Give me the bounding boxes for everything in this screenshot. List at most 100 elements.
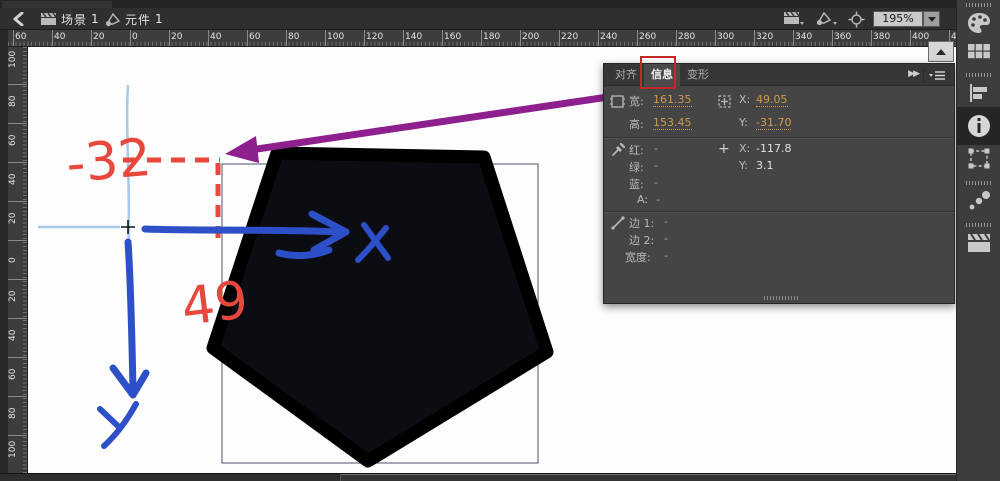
ruler-label: 60 [8,368,18,380]
ruler-major-tick [403,30,404,46]
ruler-label: 140 [405,32,423,42]
symbol-number: 1 [155,12,164,26]
panel-resize-grip[interactable] [764,296,798,300]
clapperboard-icon [41,12,57,25]
dock-drag-handle[interactable] [965,181,992,185]
ruler-major-tick [364,30,365,46]
width-value[interactable]: 161.35 [653,93,692,107]
vertical-ruler[interactable]: 10080604020020406080100120 [8,47,28,473]
edit-scene-button[interactable] [783,8,805,30]
ruler-major-tick [559,30,560,46]
stroke-width-value: - [664,249,668,262]
ruler-major-tick [715,30,716,46]
ruler-major-tick [871,30,872,46]
tab-transform[interactable]: 变形 [680,64,716,86]
red-label: 红: [629,144,644,157]
ruler-major-tick [8,396,27,397]
edit-symbol-button[interactable] [815,8,838,30]
reg-x-value[interactable]: 49.05 [756,93,788,107]
edge2-value: - [664,232,668,245]
section-divider [604,137,954,139]
ruler-label: 360 [834,32,852,42]
pointer-x-label: X: [739,142,751,155]
eyedropper-icon [612,143,625,156]
info-panel-button[interactable] [957,107,1000,145]
zoom-level-input[interactable]: 195% [873,11,923,27]
crosshair-icon [848,11,865,27]
tab-align[interactable]: 对齐 [608,64,644,86]
scene-breadcrumb[interactable]: 场景 1 [40,8,100,30]
back-button[interactable] [12,8,28,30]
ruler-major-tick [286,30,287,46]
ruler-label: 300 [717,32,735,42]
align-panel-button[interactable] [957,79,1000,107]
ruler-label: 260 [639,32,657,42]
info-panel: 对齐 信息 变形 ▶▶ 宽: 161.35 高: 153.45 X: 49.05… [603,63,955,304]
symbol-breadcrumb[interactable]: 元件 1 [104,8,164,30]
ruler-major-tick [13,30,14,46]
reg-y-value[interactable]: -31.70 [756,116,792,130]
dock-drag-handle[interactable] [965,223,992,227]
ruler-major-tick [520,30,521,46]
transform-panel-button[interactable] [957,145,1000,173]
pointer-y-label: Y: [739,159,748,172]
ruler-label: 80 [288,32,300,42]
width-label: 宽: [629,95,644,108]
scroll-up-icon [936,48,946,55]
pentagon-shape[interactable] [206,146,554,468]
zoom-dropdown-button[interactable] [923,11,940,27]
green-value: - [654,159,658,172]
dock-drag-handle[interactable] [965,3,992,7]
edit-scene-icon [784,11,804,25]
document-tab[interactable] [2,1,112,8]
info-icon [968,115,990,137]
dock-drag-handle[interactable] [965,73,992,77]
ruler-major-tick [598,30,599,46]
scenes-panel-button[interactable] [957,229,1000,257]
ruler-major-tick [442,30,443,46]
stroke-width-label: 宽度: [625,251,651,264]
ruler-label: 200 [522,32,540,42]
y-axis-arrow [109,238,150,399]
ruler-major-tick [8,162,27,163]
size-icon [610,95,625,108]
ruler-label: 40 [8,173,18,185]
align-icon [970,84,987,102]
edit-bar: 场景 1 元件 1 195% [0,8,956,30]
ruler-label: 120 [366,32,384,42]
ruler-label: 20 [171,32,183,42]
center-frame-button[interactable] [848,8,865,30]
tab-info[interactable]: 信息 [644,64,680,86]
tabbar-separator [923,68,924,82]
back-arrow-icon [13,12,24,26]
clapperboard-icon [968,233,990,252]
horizontal-ruler[interactable]: 60 40 20 0 20 40 60 80 100 120 140 160 180 200 220 240 2… [0,30,956,47]
red-value: - [654,142,658,155]
panel-menu-icon [929,71,945,80]
ruler-label: 180 [483,32,501,42]
panel-menu-button[interactable] [928,70,946,81]
ruler-label: 40 [210,32,222,42]
scrollbar-up-button[interactable] [928,41,954,62]
ruler-label: 80 [8,95,18,107]
reg-y-label: Y: [739,116,748,129]
ruler-major-tick [52,30,53,46]
ruler-label: 100 [327,32,345,42]
ruler-major-tick [8,84,27,85]
swatches-panel-button[interactable] [957,37,1000,65]
color-panel-button[interactable] [957,9,1000,37]
timeline-panel-top-edge[interactable] [341,474,956,481]
motion-presets-panel-button[interactable] [957,187,1000,215]
bottom-panel-edge [0,473,956,481]
ruler-label: 40 [8,329,18,341]
pointer-plus-icon: + [718,141,730,157]
swatches-grid-icon [968,44,990,59]
registration-point-icon [718,95,731,108]
height-value[interactable]: 153.45 [653,116,692,130]
ruler-label: 340 [795,32,813,42]
edit-symbol-icon [816,11,837,26]
ruler-label: 60 [249,32,261,42]
collapse-to-icons-button[interactable]: ▶▶ [908,69,920,79]
origin-crosshair [121,220,135,234]
document-tab-strip [0,0,956,8]
